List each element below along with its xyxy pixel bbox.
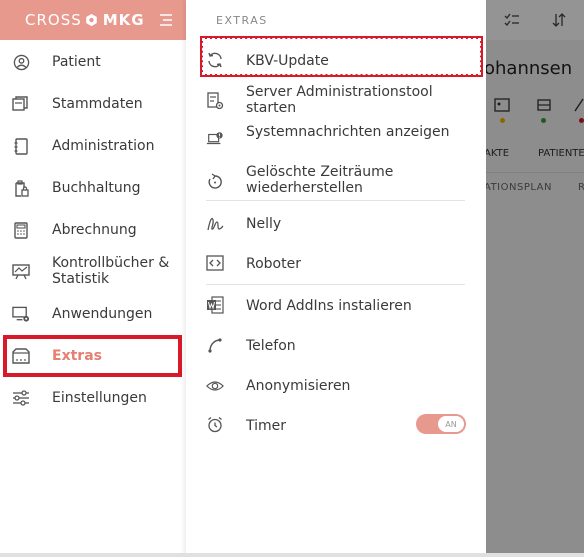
sidebar-item-abrechnung[interactable]: Abrechnung — [0, 220, 186, 240]
sidebar-item-anwendungen[interactable]: Anwendungen — [0, 304, 186, 324]
menu-item-anonymisieren[interactable]: Anonymisieren — [186, 375, 486, 397]
laptop-alert-icon — [206, 130, 224, 148]
sidebar-item-label: Administration — [52, 138, 155, 154]
calculator-icon — [12, 221, 30, 239]
sidebar-header: CROSS MKG — [0, 0, 186, 40]
logo-cross-text: CROSS — [25, 11, 82, 29]
menu-divider — [206, 284, 465, 285]
server-settings-icon — [206, 92, 224, 110]
nelly-signature-icon — [206, 214, 224, 232]
restore-icon — [206, 172, 224, 190]
sidebar-item-label: Kontrollbücher & Statistik — [52, 255, 170, 287]
menu-item-label: Telefon — [246, 338, 296, 354]
sidebar-item-label: Patient — [52, 54, 101, 70]
alarm-clock-icon — [206, 415, 224, 433]
sidebar-item-label: Buchhaltung — [52, 180, 141, 196]
menu-item-roboter[interactable]: Roboter — [186, 253, 486, 275]
menu-item-telefon[interactable]: Telefon — [186, 335, 486, 357]
menu-item-label: Server Administrationstool starten — [246, 84, 433, 116]
sidebar-item-label: Einstellungen — [52, 390, 147, 406]
menu-item-system-messages[interactable]: Systemnachrichten anzeigen — [186, 124, 486, 158]
panel-title: EXTRAS — [216, 14, 268, 27]
menu-item-label: Nelly — [246, 216, 282, 232]
notebook-icon — [12, 137, 30, 155]
logo-hexagon-icon — [86, 13, 97, 27]
logo-mkg-text: MKG — [102, 11, 145, 29]
menu-toggle-icon[interactable] — [158, 12, 174, 28]
sidebar-item-einstellungen[interactable]: Einstellungen — [0, 388, 186, 408]
menu-item-nelly[interactable]: Nelly — [186, 213, 486, 235]
sidebar-item-label: Stammdaten — [52, 96, 143, 112]
phone-icon — [206, 336, 224, 354]
menu-item-label: Anonymisieren — [246, 378, 351, 394]
menu-item-word-addins[interactable]: Word AddIns instalieren — [186, 295, 486, 317]
user-circle-icon — [12, 53, 30, 71]
monitor-gear-icon — [12, 305, 30, 323]
main-sidebar: CROSS MKG Patient Stammdaten Administrat… — [0, 0, 186, 557]
sidebar-item-administration[interactable]: Administration — [0, 136, 186, 156]
clipboard-lock-icon — [12, 179, 30, 197]
sidebar-item-stammdaten[interactable]: Stammdaten — [0, 94, 186, 114]
modal-backdrop[interactable] — [486, 0, 584, 557]
menu-item-restore-periods[interactable]: Gelöschte Zeiträume wiederherstellen — [186, 164, 486, 198]
sliders-icon — [12, 389, 30, 407]
word-icon — [206, 296, 224, 314]
stacked-pages-icon — [12, 95, 30, 113]
timer-toggle-knob: AN — [438, 416, 464, 432]
menu-item-label: Roboter — [246, 256, 301, 272]
menu-item-server-admin[interactable]: Server Administrationstool starten — [186, 84, 486, 118]
menu-item-label: Gelöschte Zeiträume wiederherstellen — [246, 164, 394, 196]
extras-panel: EXTRAS KBV-Update Server Administrations… — [186, 0, 486, 557]
active-item-highlight — [3, 335, 182, 377]
bottom-border — [0, 553, 584, 557]
menu-item-label: Systemnachrichten anzeigen — [246, 124, 450, 140]
chart-board-icon — [12, 262, 30, 280]
eye-icon — [206, 377, 224, 395]
app-logo: CROSS MKG — [25, 11, 145, 29]
sidebar-item-kontrollbuecher[interactable]: Kontrollbücher & Statistik — [0, 254, 186, 288]
kbv-update-highlight — [200, 36, 483, 77]
menu-item-label: Word AddIns instalieren — [246, 298, 412, 314]
timer-toggle[interactable]: AN — [416, 414, 466, 434]
sidebar-item-patient[interactable]: Patient — [0, 52, 186, 72]
sidebar-item-buchhaltung[interactable]: Buchhaltung — [0, 178, 186, 198]
sidebar-item-label: Abrechnung — [52, 222, 137, 238]
code-box-icon — [206, 254, 224, 272]
menu-divider — [206, 200, 465, 201]
sidebar-item-label: Anwendungen — [52, 306, 153, 322]
